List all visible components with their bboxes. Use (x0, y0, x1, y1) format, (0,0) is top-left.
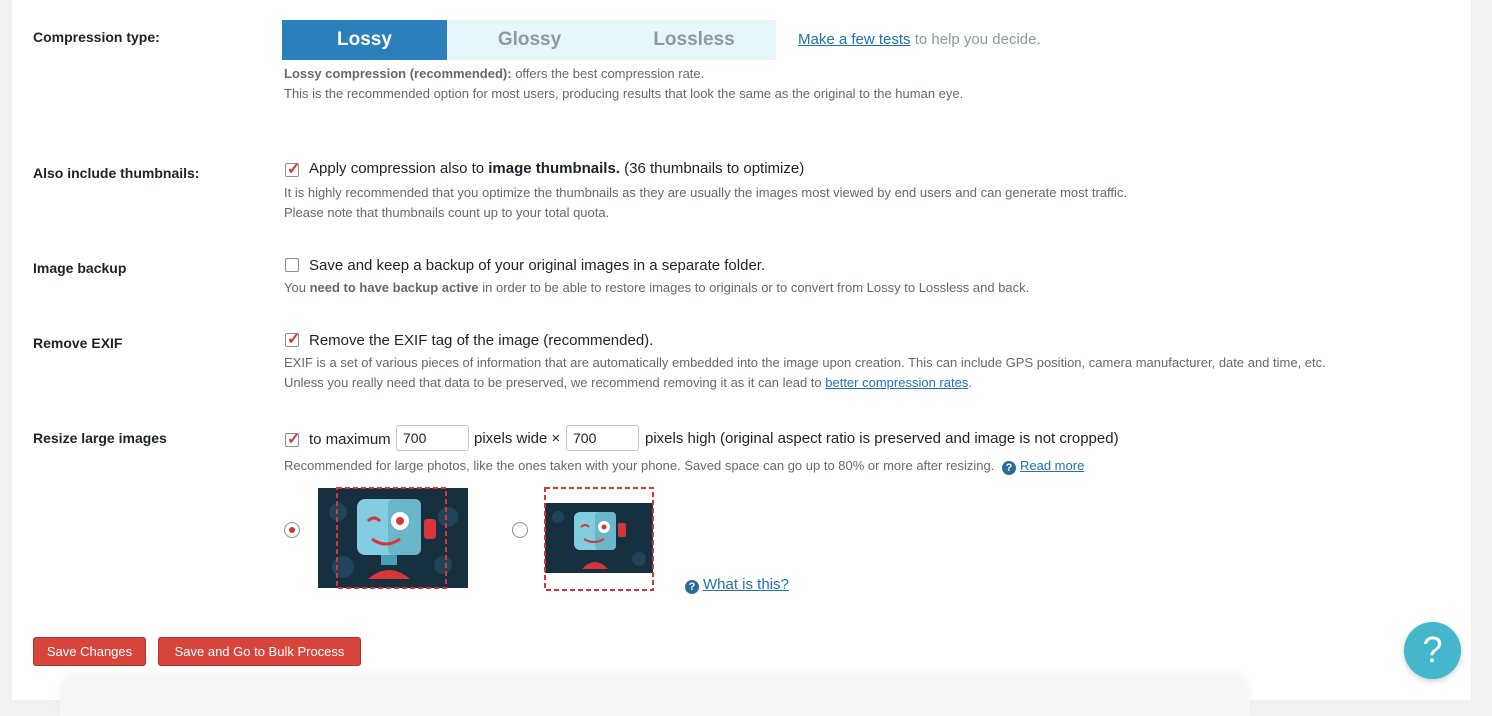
tests-suffix: to help you decide. (914, 31, 1041, 48)
checkmark-icon: ✓ (287, 161, 301, 178)
exif-desc2-end: . (968, 375, 972, 390)
resize-checkbox[interactable]: ✓ (285, 431, 300, 448)
what-is-this-link[interactable]: What is this? (703, 576, 789, 593)
option-glossy[interactable]: Glossy (447, 20, 612, 60)
thumbnails-count: (36 thumbnails to optimize) (624, 160, 805, 177)
save-changes-button[interactable]: Save Changes (33, 637, 146, 666)
robot-cover-illustration (318, 487, 468, 589)
better-compression-link[interactable]: better compression rates (825, 375, 968, 390)
thumbnails-checkbox[interactable]: ✓ (285, 161, 300, 178)
option-lossy[interactable]: Lossy (282, 20, 447, 60)
resize-label: Resize large images (33, 430, 167, 446)
resize-description: Recommended for large photos, like the o… (284, 456, 1084, 476)
thumbnails-label: Also include thumbnails: (33, 165, 200, 181)
remove-exif-label: Remove EXIF (33, 335, 123, 351)
what-is-this: ? What is this? (685, 576, 789, 594)
resize-mode-cover-radio[interactable] (284, 522, 300, 538)
backup-desc-pre: You (284, 280, 306, 295)
compression-type-label: Compression type: (33, 29, 160, 45)
thumbnails-desc1: It is highly recommended that you optimi… (284, 185, 1128, 200)
exif-text: Remove the EXIF tag of the image (recomm… (309, 332, 654, 349)
backup-checkbox[interactable] (285, 258, 299, 272)
backup-desc-rest: in order to be able to restore images to… (482, 280, 1030, 295)
help-circle-icon: ? (1001, 461, 1016, 475)
exif-desc2-pre: Unless you really need that data to be p… (284, 375, 822, 390)
save-bulk-process-button[interactable]: Save and Go to Bulk Process (158, 637, 361, 666)
tests-hint: Make a few tests to help you decide. (798, 31, 1041, 48)
checkmark-icon: ✓ (287, 331, 301, 348)
compression-description: Lossy compression (recommended): offers … (284, 64, 963, 104)
exif-desc1: EXIF is a set of various pieces of infor… (284, 355, 1326, 370)
backup-description: You need to have backup active in order … (284, 278, 1029, 298)
thumbnails-text-bold: image thumbnails. (488, 160, 620, 177)
checkmark-icon: ✓ (287, 431, 301, 448)
image-backup-label: Image backup (33, 260, 127, 276)
resize-width-input[interactable] (396, 425, 469, 451)
backup-desc-bold: need to have backup active (309, 280, 479, 295)
robot-contain-illustration (544, 487, 654, 591)
radio-dot (289, 527, 295, 533)
backup-text: Save and keep a backup of your original … (309, 257, 766, 274)
bottom-panel-edge (60, 676, 1250, 716)
exif-checkbox[interactable]: ✓ (285, 331, 300, 348)
make-tests-link[interactable]: Make a few tests (798, 31, 911, 48)
compression-desc-rest: offers the best compression rate. (515, 66, 705, 81)
thumbnails-text-pre: Apply compression also to (309, 160, 485, 177)
compression-type-selector: Lossy Glossy Lossless (282, 20, 776, 60)
help-button[interactable]: ? (1404, 622, 1461, 679)
exif-description: EXIF is a set of various pieces of infor… (284, 353, 1326, 393)
resize-wide-text: pixels wide × (474, 430, 561, 447)
resize-mode-contain-radio[interactable] (512, 522, 528, 538)
question-mark-icon: ? (1422, 629, 1443, 670)
resize-high-text: pixels high (original aspect ratio is pr… (645, 430, 1119, 447)
option-lossless[interactable]: Lossless (612, 20, 776, 60)
thumbnails-description: It is highly recommended that you optimi… (284, 183, 1127, 223)
help-circle-icon: ? (685, 580, 699, 594)
resize-height-input[interactable] (566, 425, 639, 451)
thumbnails-desc2: Please note that thumbnails count up to … (284, 205, 610, 220)
resize-desc: Recommended for large photos, like the o… (284, 458, 995, 473)
read-more-link[interactable]: Read more (1020, 458, 1084, 473)
thumbnails-text: Apply compression also to image thumbnai… (309, 160, 804, 177)
compression-desc-bold: Lossy compression (recommended): (284, 66, 512, 81)
settings-panel (12, 0, 1471, 700)
resize-to-max: to maximum (309, 431, 391, 448)
compression-desc-line2: This is the recommended option for most … (284, 86, 964, 101)
